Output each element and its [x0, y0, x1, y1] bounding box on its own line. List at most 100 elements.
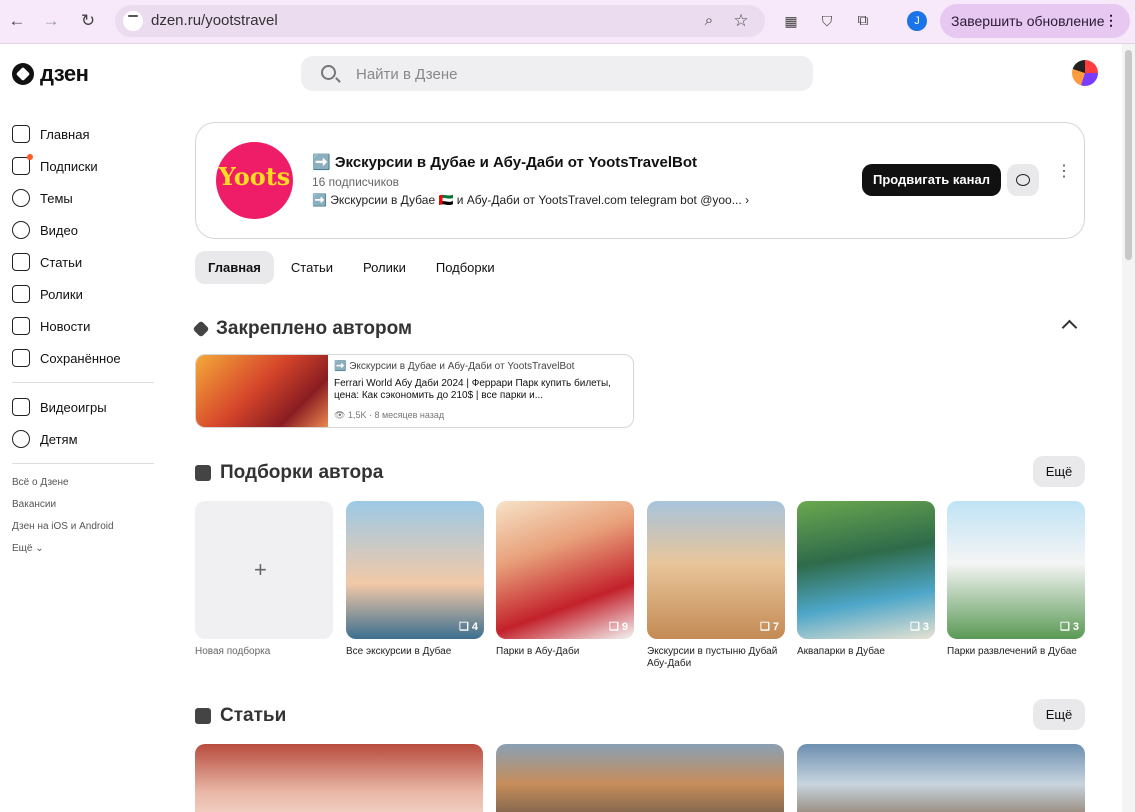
- page-scrollbar[interactable]: [1122, 44, 1135, 812]
- article-card[interactable]: [195, 744, 483, 812]
- pin-icon: [192, 320, 210, 338]
- sidebar-item-label: Статьи: [40, 254, 83, 270]
- subscriptions-icon: [12, 154, 33, 175]
- new-collection[interactable]: + Новая подборка: [195, 501, 333, 658]
- article-card[interactable]: [496, 744, 784, 812]
- dzen-logo-text: дзен: [40, 61, 89, 86]
- articles-icon: [195, 708, 211, 724]
- plus-icon: +: [254, 557, 267, 582]
- tab-articles[interactable]: Статьи: [278, 251, 346, 284]
- collection-count: ❏ 3: [909, 621, 929, 633]
- tab-home[interactable]: Главная: [195, 251, 274, 284]
- pinned-views: 1,5K: [347, 410, 367, 420]
- dzen-logo[interactable]: дзен: [12, 61, 89, 86]
- new-collection-tile: +: [195, 501, 333, 639]
- browser-menu-icon[interactable]: ⋮: [1104, 12, 1118, 29]
- channel-card: Yoots ➡️ Экскурсии в Дубае и Абу-Даби от…: [195, 122, 1085, 239]
- planet-icon: [1016, 174, 1030, 186]
- channel-description-text: ➡️ Экскурсии в Дубае 🇦🇪 и Абу-Даби от Yo…: [312, 193, 742, 207]
- pinned-article-title: Ferrari World Абу Даби 2024 | Феррари Па…: [334, 378, 611, 401]
- sidebar-item-saved[interactable]: Сохранённое: [12, 342, 157, 374]
- forward-icon[interactable]: →: [40, 10, 62, 32]
- user-avatar[interactable]: [1072, 60, 1098, 86]
- browser-toolbar: ← → ↻ dzen.ru/yootstravel ⌕ ☆ ▦ ⛉ ⧉ J За…: [0, 0, 1135, 44]
- collection-card[interactable]: ❏ 4 Все экскурсии в Дубае: [346, 501, 484, 658]
- scrollbar-thumb[interactable]: [1125, 50, 1132, 260]
- collection-card[interactable]: ❏ 9 Парки в Абу-Даби: [496, 501, 634, 658]
- collection-cover: ❏ 3: [947, 501, 1085, 639]
- sidebar-divider: [12, 463, 154, 464]
- search-input[interactable]: Найти в Дзене: [301, 56, 813, 91]
- sidebar-item-articles[interactable]: Статьи: [12, 246, 157, 278]
- promote-channel-button[interactable]: Продвигать канал: [862, 164, 1001, 196]
- chevron-down-icon: ⌄: [35, 543, 44, 554]
- collection-card[interactable]: ❏ 7 Экскурсии в пустыню Дубай Абу-Даби: [647, 501, 785, 670]
- collections-heading: Подборки автора: [195, 462, 383, 484]
- sidebar-item-label: Видеоигры: [40, 399, 107, 415]
- sidebar-item-shorts[interactable]: Ролики: [12, 278, 157, 310]
- zoom-icon[interactable]: ⌕: [698, 10, 720, 32]
- topics-icon: [12, 189, 30, 207]
- dzen-logo-icon: [12, 63, 34, 85]
- collection-count: ❏ 7: [759, 621, 779, 633]
- collection-card[interactable]: ❏ 3 Аквапарки в Дубае: [797, 501, 935, 658]
- sidebar-item-news[interactable]: Новости: [12, 310, 157, 342]
- pinned-article-meta: 👁 1,5K · 8 месяцев назад: [334, 410, 445, 420]
- site-info-icon[interactable]: [123, 11, 143, 31]
- sidebar: Главная Подписки Темы Видео Статьи Ролик…: [12, 118, 157, 560]
- collection-cover: ❏ 4: [346, 501, 484, 639]
- search-placeholder: Найти в Дзене: [356, 66, 458, 83]
- sidebar-item-games[interactable]: Видеоигры: [12, 391, 157, 423]
- bookmark-star-icon[interactable]: ☆: [730, 10, 752, 32]
- footer-link-more[interactable]: Ещё ⌄: [12, 538, 157, 560]
- article-card[interactable]: [797, 744, 1085, 812]
- reload-icon[interactable]: ↻: [77, 10, 99, 32]
- pinned-article-card[interactable]: ➡️ Экскурсии в Дубае и Абу-Даби от Yoots…: [195, 354, 634, 428]
- extensions-icon[interactable]: ⧉: [852, 10, 874, 32]
- collection-label: Аквапарки в Дубае: [797, 646, 885, 657]
- articles-heading: Статьи: [195, 705, 286, 727]
- collection-count: ❏ 3: [1059, 621, 1079, 633]
- footer-link-jobs[interactable]: Вакансии: [12, 494, 157, 516]
- channel-avatar[interactable]: Yoots: [216, 142, 293, 219]
- sidebar-item-kids[interactable]: Детям: [12, 423, 157, 455]
- shield-extension-icon[interactable]: ⛉: [816, 10, 838, 32]
- sidebar-item-label: Подписки: [40, 158, 98, 174]
- back-icon[interactable]: ←: [6, 10, 28, 32]
- video-icon: [12, 221, 30, 239]
- footer-link-apps[interactable]: Дзен на iOS и Android: [12, 516, 157, 538]
- collection-card[interactable]: ❏ 3 Парки развлечений в Дубае: [947, 501, 1085, 658]
- collection-count: ❏ 9: [608, 621, 628, 633]
- bookmark-icon: [12, 349, 30, 367]
- articles-more-button[interactable]: Ещё: [1033, 699, 1085, 730]
- footer-more-label: Ещё: [12, 543, 33, 554]
- tab-collections[interactable]: Подборки: [423, 251, 508, 284]
- channel-description[interactable]: ➡️ Экскурсии в Дубае 🇦🇪 и Абу-Даби от Yo…: [312, 193, 782, 207]
- sidebar-item-subscriptions[interactable]: Подписки: [12, 150, 157, 182]
- sidebar-item-topics[interactable]: Темы: [12, 182, 157, 214]
- sidebar-item-home[interactable]: Главная: [12, 118, 157, 150]
- address-bar[interactable]: dzen.ru/yootstravel ⌕ ☆: [115, 5, 765, 37]
- tab-shorts[interactable]: Ролики: [350, 251, 419, 284]
- collection-cover: ❏ 3: [797, 501, 935, 639]
- footer-link-about[interactable]: Всё о Дзене: [12, 472, 157, 494]
- eye-icon: 👁: [334, 410, 346, 420]
- qr-code-icon[interactable]: ▦: [780, 10, 802, 32]
- new-collection-label: Новая подборка: [195, 646, 271, 657]
- sidebar-item-label: Детям: [40, 431, 78, 447]
- sidebar-item-video[interactable]: Видео: [12, 214, 157, 246]
- more-options-icon[interactable]: ⋮: [1056, 164, 1072, 180]
- chevron-right-icon: ›: [745, 193, 750, 207]
- channel-planet-button[interactable]: [1007, 164, 1039, 196]
- sidebar-divider: [12, 382, 154, 383]
- collection-label: Парки в Абу-Даби: [496, 646, 580, 657]
- collections-more-button[interactable]: Ещё: [1033, 456, 1085, 487]
- sidebar-item-label: Видео: [40, 222, 78, 238]
- channel-title: ➡️ Экскурсии в Дубае и Абу-Даби от Yoots…: [312, 154, 697, 171]
- pinned-age: 8 месяцев назад: [374, 410, 445, 420]
- finish-update-button[interactable]: Завершить обновление ⋮: [940, 4, 1130, 38]
- channel-subscribers: 16 подписчиков: [312, 175, 400, 189]
- browser-profile-avatar[interactable]: J: [907, 11, 927, 31]
- collapse-chevron-icon[interactable]: [1061, 319, 1078, 336]
- sidebar-item-label: Ролики: [40, 286, 83, 302]
